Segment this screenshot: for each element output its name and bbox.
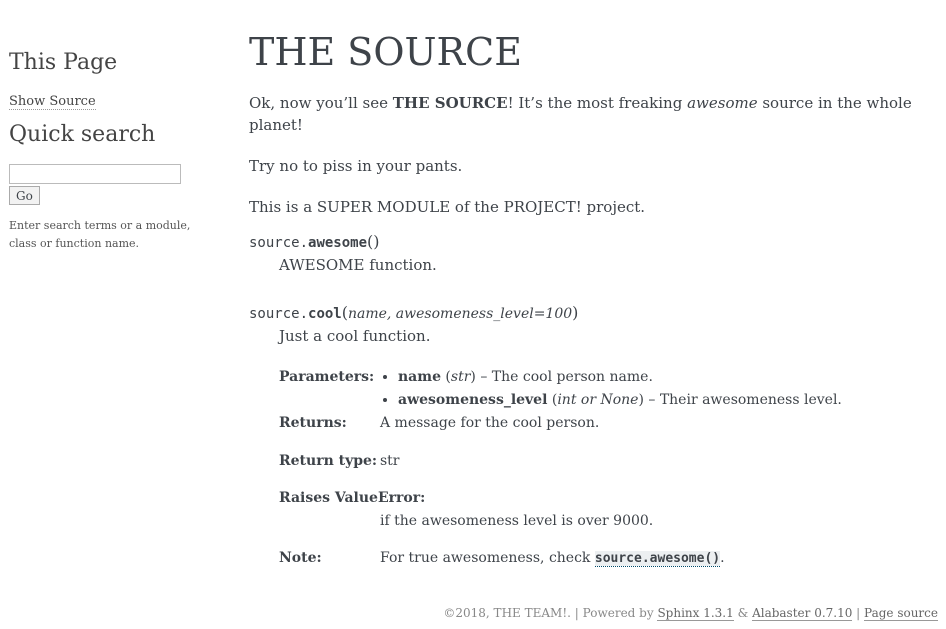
return-type-row: Return type: str <box>279 450 842 473</box>
param-type: int or None <box>557 392 639 408</box>
param-item: name (str) – The cool person name. <box>398 366 842 389</box>
function-cool-signature: source.cool(name, awesomeness_level=100) <box>249 302 939 325</box>
note-body: For true awesomeness, check source.aweso… <box>380 547 842 570</box>
function-cool: source.cool(name, awesomeness_level=100)… <box>249 302 939 570</box>
this-page-heading: This Page <box>9 50 118 75</box>
function-awesome: source.awesome() AWESOME function. <box>249 231 939 276</box>
sidebar: This Page Show Source Quick search Go En… <box>9 48 219 253</box>
footer-separator: | <box>570 606 583 620</box>
quick-search-heading: Quick search <box>9 122 156 147</box>
returns-value: A message for the cool person. <box>380 415 600 431</box>
footer-powered-by: Powered by <box>582 606 658 620</box>
sig-module: source. <box>249 235 309 251</box>
warning-paragraph: Try no to piss in your pants. <box>249 157 463 175</box>
returns-label: Returns: <box>279 415 347 431</box>
intro-emphasis: awesome <box>687 94 758 112</box>
page-title: THE SOURCE <box>249 30 522 74</box>
note-reference-link[interactable]: source.awesome() <box>594 550 721 567</box>
footer-copyright: ©2018, THE TEAM!. <box>443 606 571 620</box>
function-awesome-description: AWESOME function. <box>279 256 437 274</box>
note-text: For true awesomeness, check <box>380 550 595 566</box>
sig-name: cool <box>308 306 342 322</box>
note-end: . <box>720 550 725 566</box>
param-type-open: ( <box>547 392 558 408</box>
param-desc: – The cool person name. <box>475 369 653 385</box>
sig-params: name, awesomeness_level=100 <box>347 306 573 322</box>
sig-module: source. <box>249 306 309 322</box>
search-input[interactable] <box>9 164 181 184</box>
intro-text-2: ! It’s the most freaking <box>507 94 688 112</box>
param-name: name <box>398 369 441 385</box>
raises-value: if the awesomeness level is over 9000. <box>380 513 654 529</box>
note-row: Note: For true awesomeness, check source… <box>279 547 842 570</box>
show-source-link[interactable]: Show Source <box>9 94 96 110</box>
go-button[interactable]: Go <box>9 186 40 205</box>
raises-value-row: if the awesomeness level is over 9000. <box>279 510 842 533</box>
field-list: Parameters: name (str) – The cool person… <box>279 366 842 570</box>
search-form: Go <box>9 164 219 205</box>
parameters-body: name (str) – The cool person name. aweso… <box>380 366 842 412</box>
param-name: awesomeness_level <box>398 392 548 408</box>
intro-bold: THE SOURCE <box>392 94 508 112</box>
param-desc: – Their awesomeness level. <box>643 392 842 408</box>
sig-close-paren: ) <box>572 303 579 322</box>
sig-close-paren: ) <box>373 232 380 251</box>
raises-label: Raises ValueError: <box>279 490 426 506</box>
function-awesome-signature: source.awesome() <box>249 231 939 254</box>
intro-paragraph: Ok, now you’ll see THE SOURCE! It’s the … <box>249 92 939 136</box>
param-type-open: ( <box>440 369 451 385</box>
note-label: Note: <box>279 550 322 566</box>
footer-separator: | <box>852 606 865 620</box>
search-help-text: Enter search terms or a module, class or… <box>9 219 191 250</box>
return-type-value: str <box>380 453 400 469</box>
note-reference-code: source.awesome() <box>594 551 721 566</box>
sphinx-link[interactable]: Sphinx 1.3.1 <box>657 606 734 621</box>
function-cool-description: Just a cool function. <box>279 327 431 345</box>
intro-text-1: Ok, now you’ll see <box>249 94 393 112</box>
return-type-label: Return type: <box>279 453 378 469</box>
raises-row: Raises ValueError: <box>279 487 842 510</box>
parameters-label: Parameters: <box>279 369 375 385</box>
param-type: str <box>450 369 471 385</box>
alabaster-link[interactable]: Alabaster 0.7.10 <box>752 606 853 621</box>
sig-name: awesome <box>308 235 368 251</box>
param-item: awesomeness_level (int or None) – Their … <box>398 389 842 412</box>
returns-row: Returns: A message for the cool person. <box>279 412 842 435</box>
footer-ampersand: & <box>733 606 753 620</box>
module-paragraph: This is a SUPER MODULE of the PROJECT! p… <box>249 198 646 216</box>
parameters-row: Parameters: name (str) – The cool person… <box>279 366 842 412</box>
footer: ©2018, THE TEAM!. | Powered by Sphinx 1.… <box>443 606 938 621</box>
main-content: THE SOURCE Ok, now you’ll see THE SOURCE… <box>249 26 939 570</box>
page-source-link[interactable]: Page source <box>864 606 938 621</box>
